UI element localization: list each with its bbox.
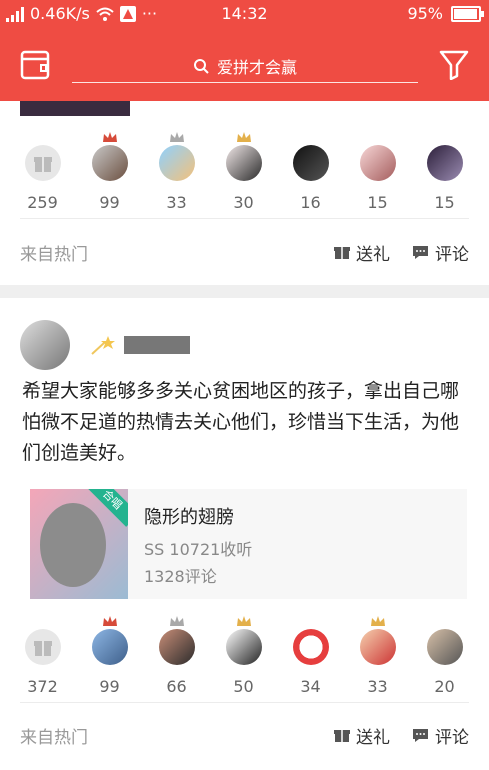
crown-icon (169, 616, 184, 626)
gift-count: 15 (434, 193, 455, 212)
gift-count: 99 (99, 677, 120, 696)
avatar (426, 629, 463, 665)
gift-count: 259 (27, 193, 58, 212)
gift-sender[interactable]: 20 (411, 629, 478, 696)
feed-card: 希望大家能够多多关心贫困地区的孩子，拿出自己哪怕微不足道的热情去关心他们，珍惜当… (0, 298, 489, 770)
gift-count: 34 (300, 677, 321, 696)
gift-count: 33 (166, 193, 187, 212)
username[interactable] (124, 336, 190, 354)
gift-count: 66 (166, 677, 187, 696)
gift-icon (24, 629, 61, 665)
status-bar: 0.46K/s ··· 14:32 95% (0, 0, 489, 30)
send-gift-label: 送礼 (356, 244, 390, 265)
gift-count: 15 (367, 193, 388, 212)
gift-count: 372 (27, 677, 58, 696)
gift-count: 30 (233, 193, 254, 212)
avatar (158, 616, 195, 665)
battery-icon (451, 5, 484, 22)
gift-sender[interactable]: 16 (277, 145, 344, 212)
song-card[interactable]: 合唱 隐形的翅膀 SS 10721收听 1328评论 (30, 489, 467, 599)
song-title: 隐形的翅膀 (144, 507, 234, 528)
avatar (359, 616, 396, 665)
filter-icon[interactable] (439, 48, 469, 80)
crown-icon (102, 616, 117, 626)
send-gift-button[interactable]: 送礼 (334, 240, 390, 265)
avatar (225, 132, 262, 181)
gift-sender[interactable]: 372 (9, 629, 76, 696)
source-label: 来自热门 (20, 244, 88, 265)
gift-sender[interactable]: 15 (411, 145, 478, 212)
feed-card: 259 99 33 30 16 15 15 来自热门 送礼 评论 (0, 101, 489, 285)
shooting-star-icon (91, 336, 115, 355)
wallet-icon[interactable] (20, 48, 50, 80)
gift-sender[interactable]: 50 (210, 616, 277, 696)
post-author[interactable] (20, 320, 190, 370)
avatar (158, 132, 195, 181)
gift-count: 16 (300, 193, 321, 212)
source-label: 来自热门 (20, 727, 88, 748)
gift-sender[interactable]: 15 (344, 145, 411, 212)
search-bar[interactable]: 爱拼才会赢 (72, 50, 418, 83)
gift-count: 33 (367, 677, 388, 696)
crown-icon (102, 132, 117, 142)
gift-sender[interactable]: 33 (143, 132, 210, 212)
gift-count: 99 (99, 193, 120, 212)
gift-row: 259 99 33 30 16 15 15 (0, 132, 489, 212)
comment-icon (413, 246, 428, 259)
thumbnail (20, 101, 130, 116)
avatar (292, 145, 329, 181)
comment-button[interactable]: 评论 (412, 723, 469, 748)
gift-sender[interactable]: 34 (277, 629, 344, 696)
comment-label: 评论 (435, 244, 469, 265)
comment-icon (413, 729, 428, 742)
divider (20, 702, 469, 703)
gift-count: 20 (434, 677, 455, 696)
avatar (426, 145, 463, 181)
song-cover: 合唱 (30, 489, 128, 599)
gift-icon (24, 145, 61, 181)
comment-button[interactable]: 评论 (412, 240, 469, 265)
card-footer: 来自热门 送礼 评论 (20, 237, 469, 267)
avatar[interactable] (20, 320, 70, 370)
comment-label: 评论 (435, 727, 469, 748)
avatar (359, 145, 396, 181)
post-text: 希望大家能够多多关心贫困地区的孩子，拿出自己哪怕微不足道的热情去关心他们，珍惜当… (22, 380, 460, 464)
send-gift-label: 送礼 (356, 727, 390, 748)
crown-icon (169, 132, 184, 142)
top-bar: 0.46K/s ··· 14:32 95% 爱拼才会赢 (0, 0, 489, 101)
gift-icon (334, 730, 350, 742)
song-comments: 1328评论 (144, 567, 217, 586)
crown-icon (236, 132, 251, 142)
divider (20, 218, 469, 219)
gift-sender[interactable]: 259 (9, 145, 76, 212)
search-placeholder: 爱拼才会赢 (216, 58, 297, 77)
song-listens: SS 10721收听 (144, 540, 253, 559)
avatar (225, 616, 262, 665)
app-header: 爱拼才会赢 (0, 36, 489, 96)
gift-row: 372 99 66 50 34 33 20 (0, 616, 489, 696)
card-footer: 来自热门 送礼 评论 (20, 720, 469, 750)
gift-count: 50 (233, 677, 254, 696)
avatar (91, 616, 128, 665)
gift-sender[interactable]: 99 (76, 616, 143, 696)
gift-icon (334, 247, 350, 259)
crown-icon (236, 616, 251, 626)
avatar (292, 629, 329, 665)
gift-sender[interactable]: 99 (76, 132, 143, 212)
gift-sender[interactable]: 30 (210, 132, 277, 212)
crown-icon (370, 616, 385, 626)
gift-sender[interactable]: 66 (143, 616, 210, 696)
battery-percent: 95% (407, 4, 443, 23)
gift-sender[interactable]: 33 (344, 616, 411, 696)
send-gift-button[interactable]: 送礼 (334, 723, 390, 748)
avatar (91, 132, 128, 181)
search-icon (193, 59, 209, 74)
